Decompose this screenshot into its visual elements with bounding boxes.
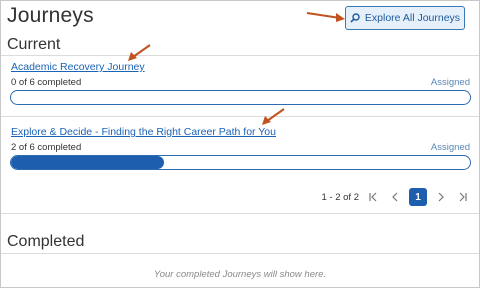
explore-all-journeys-button[interactable]: Explore All Journeys xyxy=(345,6,465,30)
annotation-arrow-explore xyxy=(306,12,345,22)
chevron-left-icon xyxy=(392,192,398,202)
journey-progress-bar xyxy=(10,155,471,170)
divider xyxy=(1,213,479,214)
journey-link-explore-decide[interactable]: Explore & Decide - Finding the Right Car… xyxy=(11,126,276,138)
journey-status: Assigned xyxy=(430,142,470,153)
annotation-arrow-journey-1 xyxy=(128,44,151,61)
search-icon xyxy=(350,13,360,23)
divider xyxy=(1,116,479,117)
divider xyxy=(1,55,479,56)
page-title: Journeys xyxy=(7,4,94,27)
first-page-button[interactable] xyxy=(365,188,381,206)
completed-empty-message: Your completed Journeys will show here. xyxy=(153,269,327,280)
last-page-icon xyxy=(459,192,467,202)
journey-progress-bar xyxy=(10,90,471,105)
first-page-icon xyxy=(369,192,377,202)
journey-link-academic-recovery[interactable]: Academic Recovery Journey xyxy=(11,61,145,73)
journey-progress-text: 0 of 6 completed xyxy=(11,77,82,88)
current-heading: Current xyxy=(7,36,61,53)
journey-progress-fill xyxy=(11,156,164,169)
divider xyxy=(1,253,479,254)
journey-progress-text: 2 of 6 completed xyxy=(11,142,82,153)
journey-status: Assigned xyxy=(430,77,470,88)
previous-page-button[interactable] xyxy=(387,188,403,206)
last-page-button[interactable] xyxy=(455,188,471,206)
next-page-button[interactable] xyxy=(433,188,449,206)
current-page-button[interactable]: 1 xyxy=(409,188,427,206)
completed-heading: Completed xyxy=(7,233,85,250)
pagination-range: 1 - 2 of 2 xyxy=(321,191,360,203)
explore-button-label: Explore All Journeys xyxy=(364,12,461,24)
annotation-arrow-journey-2 xyxy=(262,108,285,125)
journeys-panel: Journeys Explore All Journeys Current Ac… xyxy=(0,0,480,288)
pagination: 1 - 2 of 2 1 xyxy=(322,187,472,207)
chevron-right-icon xyxy=(438,192,444,202)
